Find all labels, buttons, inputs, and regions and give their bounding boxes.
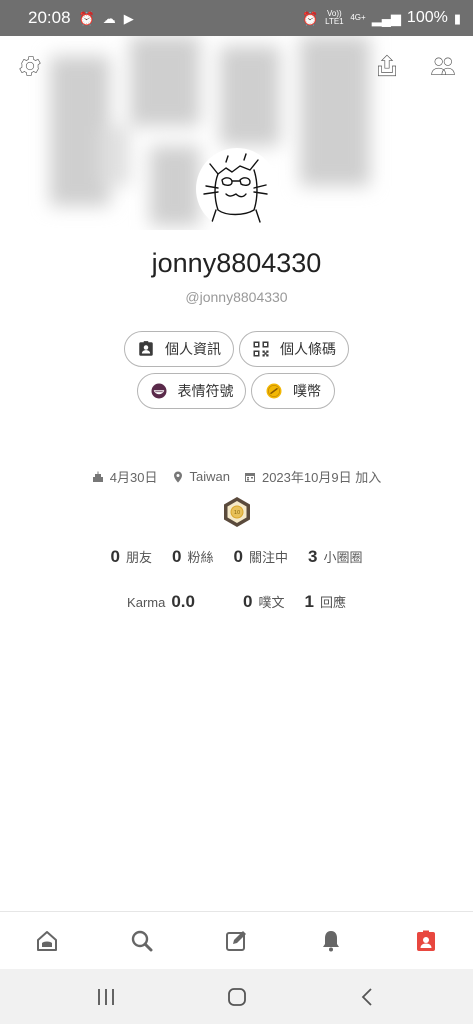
cake-icon xyxy=(92,471,103,482)
birthday-text: 4月30日 xyxy=(109,470,158,485)
location: Taiwan xyxy=(172,469,230,484)
avatar[interactable] xyxy=(196,148,278,230)
svg-text:10: 10 xyxy=(234,510,240,516)
nav-notifications[interactable] xyxy=(309,919,353,963)
responses-count: 1 xyxy=(304,592,314,611)
responses-label: 回應 xyxy=(319,595,346,610)
home-button[interactable] xyxy=(215,975,259,1019)
share-button[interactable] xyxy=(371,50,403,82)
cliques-stat[interactable]: 3 小圈圈 xyxy=(308,547,362,567)
activity-stats: Karma 0.0 0 噗文 1 回應 xyxy=(0,592,473,612)
search-icon xyxy=(131,930,153,951)
compose-icon xyxy=(226,930,247,951)
karma-badge[interactable]: 10 xyxy=(221,496,253,528)
profile-icon xyxy=(416,930,435,951)
following-count: 0 xyxy=(233,547,243,566)
calendar-icon xyxy=(244,472,255,482)
birthday: 4月30日 xyxy=(92,467,158,486)
signal-icon: ▂▄▆ xyxy=(371,10,401,26)
alarm-icon: ⏰ xyxy=(78,10,95,26)
join-date: 2023年10月9日 加入 xyxy=(244,467,381,486)
coin-icon xyxy=(266,383,282,399)
fans-stat[interactable]: 0 粉絲 xyxy=(172,547,213,567)
friends-label: 朋友 xyxy=(126,550,153,565)
location-pin-icon xyxy=(173,471,182,482)
recent-apps-button[interactable] xyxy=(84,975,128,1019)
emoticon-icon xyxy=(151,383,166,399)
location-text: Taiwan xyxy=(189,469,230,484)
network-type: 4G+ xyxy=(350,13,366,22)
nav-home[interactable] xyxy=(25,919,69,963)
profile-qrcode-button[interactable]: 個人條碼 xyxy=(239,331,349,367)
plurks-label: 噗文 xyxy=(258,595,285,610)
hexagon-badge-icon: 10 xyxy=(224,497,250,527)
plurks-stat: 0 噗文 xyxy=(243,592,284,612)
qr-code-icon xyxy=(253,341,269,357)
plurks-count: 0 xyxy=(242,592,253,611)
youtube-icon: ▶ xyxy=(123,10,134,26)
karma-label: Karma xyxy=(127,595,166,610)
system-navigation xyxy=(0,969,473,1024)
follow-stats: 0 朋友 0 粉絲 0 關注中 3 小圈圈 xyxy=(0,547,473,567)
coins-label: 噗幣 xyxy=(293,383,321,399)
karma-value: 0.0 xyxy=(171,592,195,611)
gear-icon xyxy=(19,56,41,76)
settings-button[interactable] xyxy=(14,50,46,82)
avatar-drawing xyxy=(203,153,268,223)
fans-label: 粉絲 xyxy=(187,550,214,565)
following-label: 關注中 xyxy=(248,550,288,565)
upload-share-icon xyxy=(378,54,396,77)
profile-qrcode-label: 個人條碼 xyxy=(280,341,336,357)
battery-percent: 100% xyxy=(406,9,448,26)
people-icon xyxy=(431,57,455,75)
fans-count: 0 xyxy=(172,547,182,566)
home-icon xyxy=(37,930,58,951)
recent-apps-icon xyxy=(97,988,114,1005)
user-handle: @jonny8804330 xyxy=(185,289,288,305)
karma-stat: Karma 0.0 xyxy=(127,592,195,612)
home-circle-icon xyxy=(227,987,246,1006)
following-stat[interactable]: 0 關注中 xyxy=(234,547,288,567)
profile-meta: 4月30日 Taiwan 2023年10月9日 加入 xyxy=(0,467,473,486)
emoticons-label: 表情符號 xyxy=(177,383,234,399)
cliques-count: 3 xyxy=(307,547,318,566)
nav-profile[interactable] xyxy=(404,919,448,963)
emoticons-button[interactable]: 表情符號 xyxy=(137,373,246,409)
cloud-icon: ☁ xyxy=(102,10,116,26)
display-name: jonny8804330 xyxy=(151,248,322,278)
bell-icon xyxy=(323,930,340,951)
nav-search[interactable] xyxy=(120,919,164,963)
friends-button[interactable] xyxy=(427,50,459,82)
id-card-icon xyxy=(139,341,153,356)
profile-info-button[interactable]: 個人資訊 xyxy=(124,331,234,367)
coins-button[interactable]: 噗幣 xyxy=(251,373,335,409)
friends-stat[interactable]: 0 朋友 xyxy=(111,547,152,567)
bottom-navigation xyxy=(0,911,473,969)
responses-stat: 1 回應 xyxy=(304,592,345,612)
cliques-label: 小圈圈 xyxy=(323,550,363,565)
back-button[interactable] xyxy=(346,975,390,1019)
friends-count: 0 xyxy=(110,547,120,566)
battery-icon: ▮ xyxy=(453,10,461,26)
status-bar: 20:08 ⏰ ☁ ▶ ⏰ Vo)) LTE1 4G+ ▂▄▆ 100% ▮ xyxy=(0,0,473,36)
status-time: 20:08 xyxy=(28,8,71,27)
volte-indicator: Vo)) LTE1 xyxy=(325,9,344,26)
profile-info-label: 個人資訊 xyxy=(165,341,221,357)
join-date-text: 2023年10月9日 加入 xyxy=(261,470,382,485)
back-chevron-icon xyxy=(361,987,372,1006)
nav-compose[interactable] xyxy=(214,919,258,963)
alarm-icon: ⏰ xyxy=(302,10,319,26)
